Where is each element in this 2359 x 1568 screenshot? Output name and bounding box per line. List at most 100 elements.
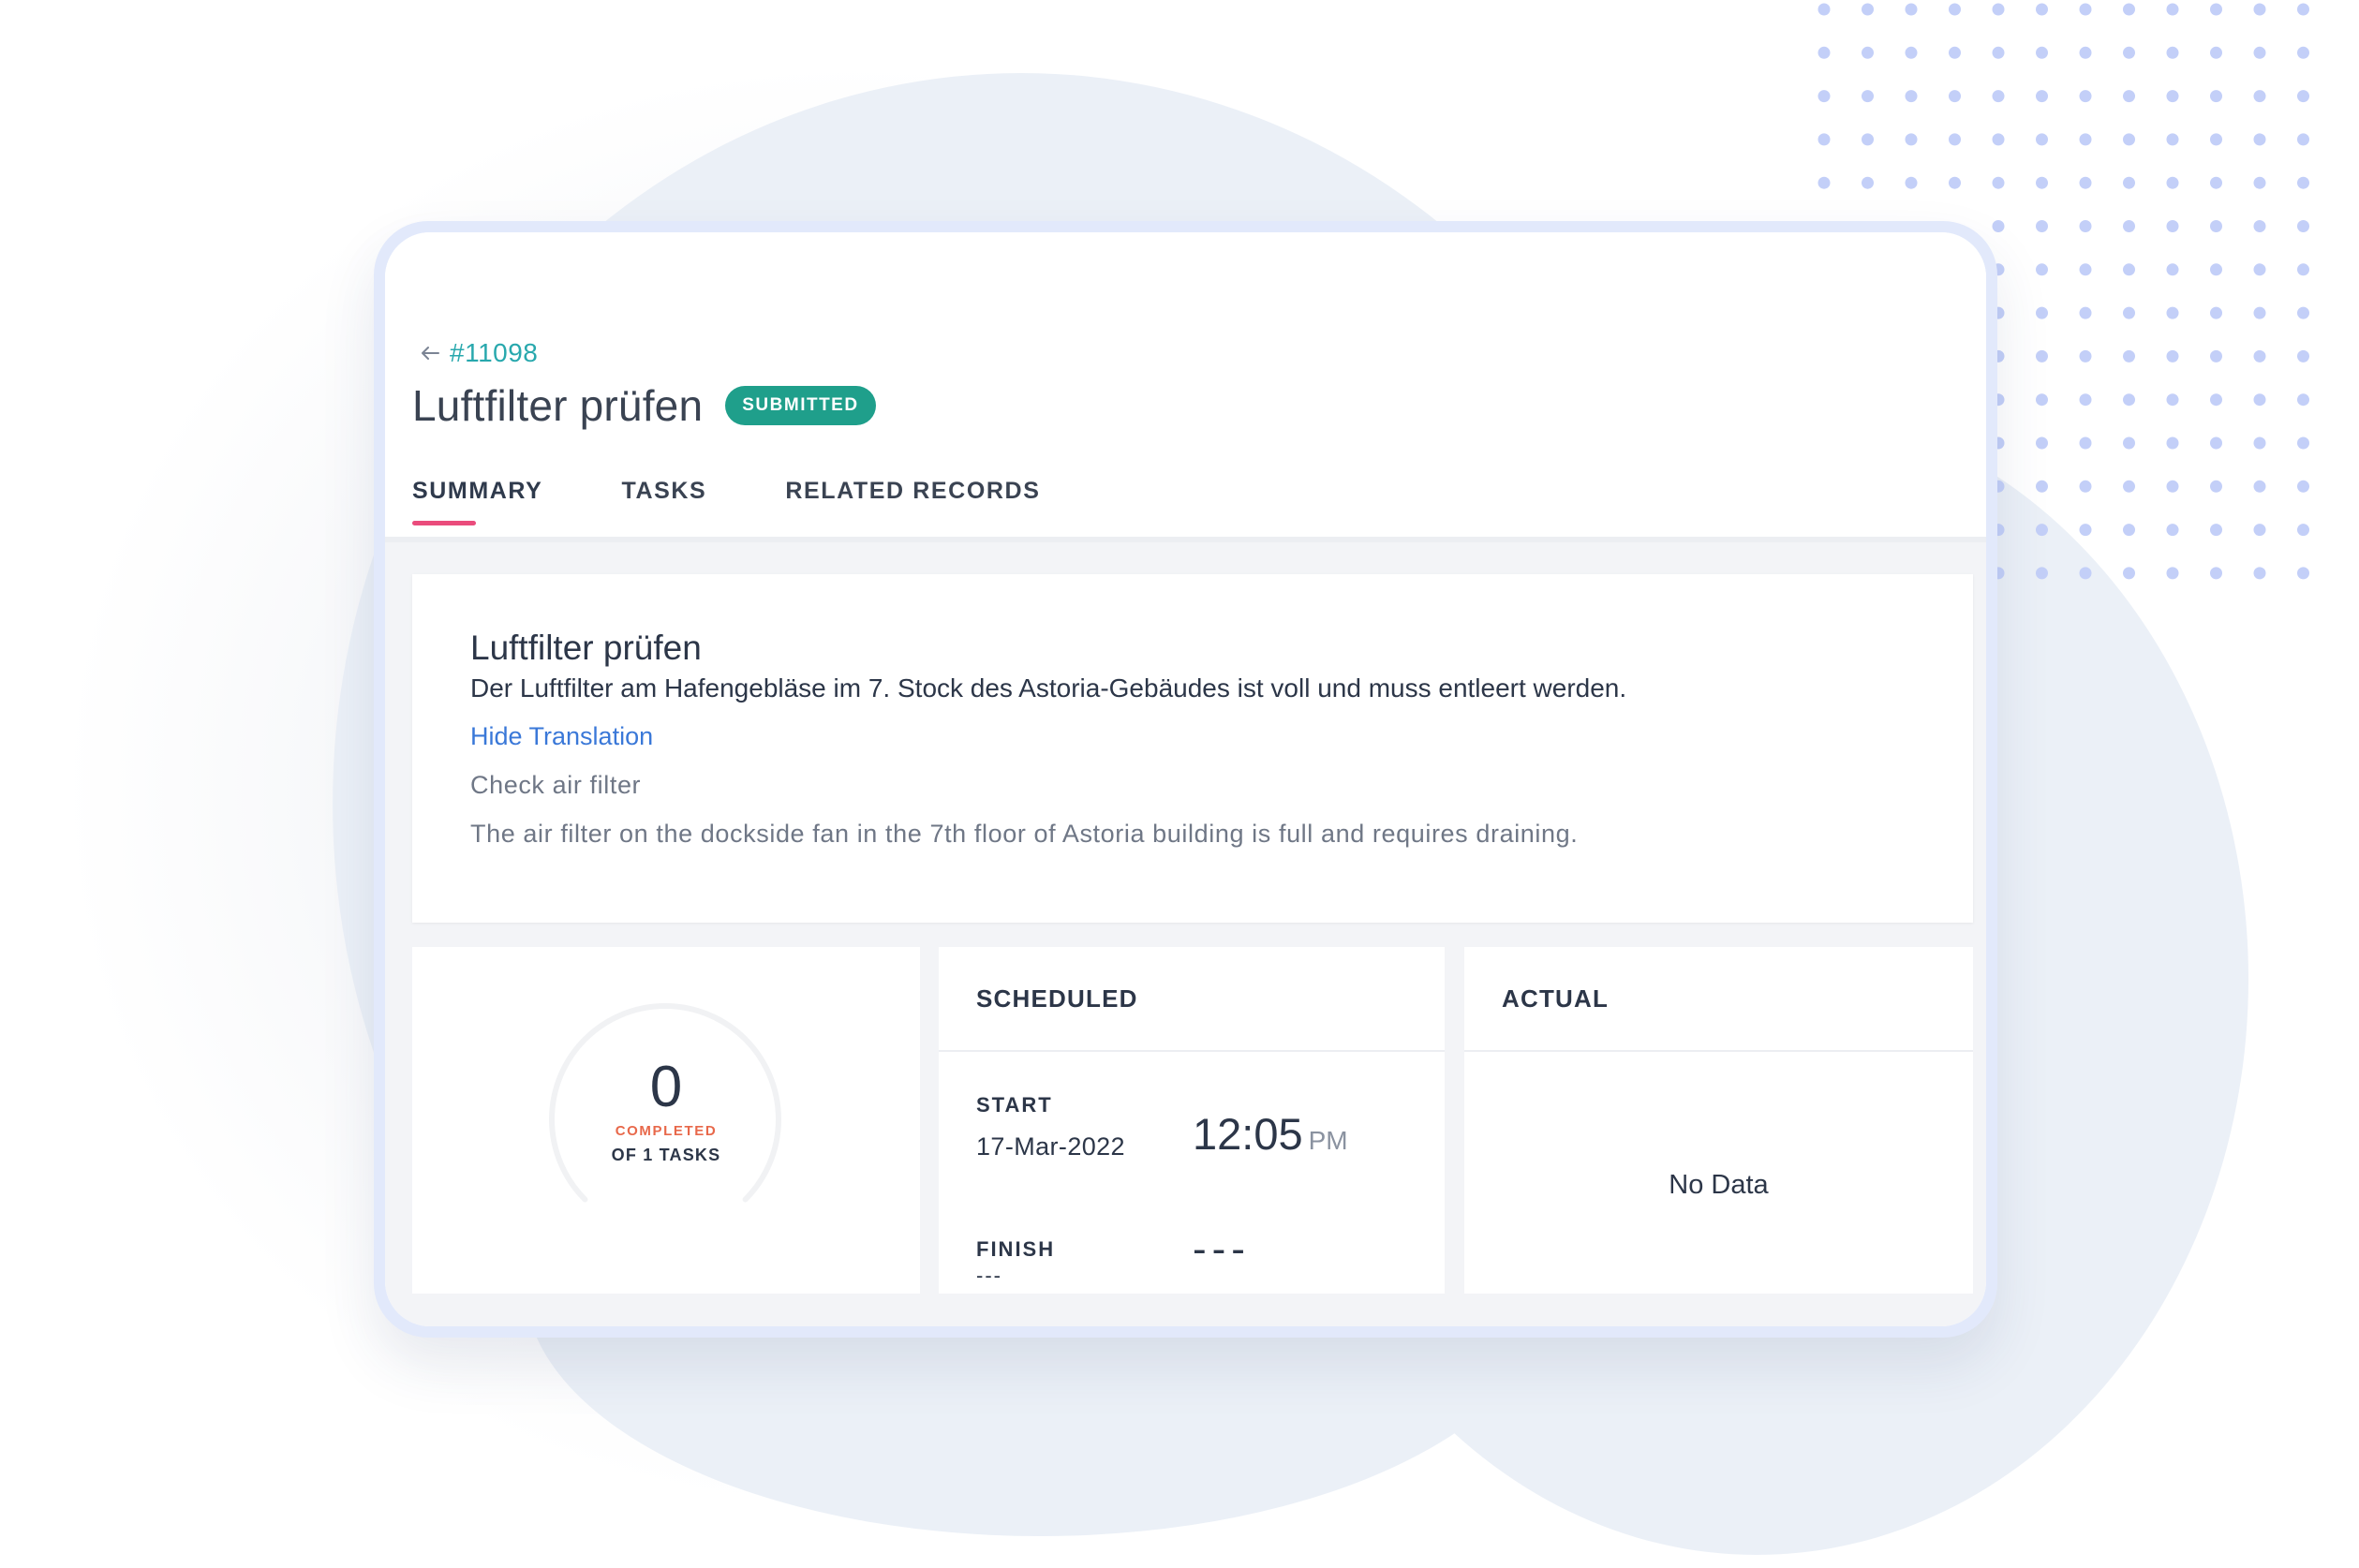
decorative-dot: [2210, 306, 2222, 319]
start-time-value: 12:05: [1193, 1109, 1303, 1159]
decorative-dot: [2297, 220, 2309, 232]
decorative-dot: [2166, 567, 2179, 580]
completed-label: COMPLETED: [615, 1123, 718, 1139]
card-header: ACTUAL: [1464, 947, 1973, 1052]
decorative-dot: [2297, 567, 2309, 580]
decorative-dot: [1905, 3, 1918, 16]
app-screen: #11098 Luftfilter prüfen SUBMITTED SUMMA…: [385, 232, 1986, 1326]
decorative-dot: [1949, 46, 1961, 59]
decorative-dot: [1992, 3, 2005, 16]
no-data-message: No Data: [1669, 1170, 1769, 1200]
decorative-dot: [2297, 133, 2309, 146]
decorative-dot: [1905, 46, 1918, 59]
decorative-dot: [2297, 176, 2309, 189]
decorative-dot: [1992, 46, 2005, 59]
start-time: 12:05 PM: [1193, 1108, 1348, 1160]
decorative-dot: [2079, 3, 2092, 16]
decorative-dot: [2036, 220, 2048, 232]
decorative-dot: [2036, 306, 2048, 319]
decorative-dot: [2036, 3, 2048, 16]
decorative-dot: [2079, 176, 2092, 189]
decorative-dot: [2166, 436, 2179, 450]
decorative-dot: [2297, 524, 2309, 537]
decorative-dot: [2210, 393, 2222, 407]
translated-text: The air filter on the dockside fan in th…: [470, 820, 1579, 848]
decorative-dot: [1949, 133, 1961, 146]
decorative-dot: [2297, 436, 2309, 450]
decorative-dot: [2253, 3, 2266, 16]
start-label: START: [976, 1093, 1053, 1117]
decorative-dot: [2166, 220, 2179, 232]
decorative-dot: [2123, 220, 2135, 232]
decorative-dot: [2253, 436, 2266, 450]
decorative-dot: [2253, 220, 2266, 232]
decorative-dot: [1949, 3, 1961, 16]
decorative-dot: [1905, 176, 1918, 189]
decorative-dot: [2210, 567, 2222, 580]
description-card: Luftfilter prüfen Der Luftfilter am Hafe…: [412, 574, 1973, 923]
description-text: Der Luftfilter am Hafengebläse im 7. Sto…: [470, 673, 1627, 703]
summary-content: Luftfilter prüfen Der Luftfilter am Hafe…: [385, 542, 1986, 1326]
decorative-dot: [2297, 263, 2309, 276]
device-frame: #11098 Luftfilter prüfen SUBMITTED SUMMA…: [374, 221, 1997, 1338]
start-date: 17-Mar-2022: [976, 1132, 1125, 1161]
decorative-dot: [2253, 524, 2266, 537]
decorative-dot: [1817, 46, 1831, 59]
decorative-dot: [2253, 263, 2266, 276]
tab-summary[interactable]: SUMMARY: [412, 478, 542, 525]
page-title: Luftfilter prüfen: [412, 381, 704, 430]
back-link[interactable]: #11098: [416, 338, 538, 368]
decorative-dot: [2210, 133, 2222, 146]
decorative-dot: [2253, 480, 2266, 493]
decorative-dot: [1905, 133, 1918, 146]
decorative-dot: [1862, 46, 1874, 59]
tab-related-records[interactable]: RELATED RECORDS: [785, 478, 1040, 525]
decorative-dot: [1862, 90, 1874, 103]
completed-count: 0: [649, 1055, 683, 1119]
decorative-dot: [2036, 133, 2048, 146]
decorative-dot: [2123, 46, 2135, 59]
actual-heading: ACTUAL: [1502, 984, 1610, 1013]
decorative-dot: [2036, 524, 2048, 537]
decorative-dot: [2123, 393, 2135, 407]
decorative-dot: [2036, 349, 2048, 362]
decorative-dot: [2123, 567, 2135, 580]
task-progress-card: 0 COMPLETED OF 1 TASKS: [412, 947, 920, 1294]
decorative-dot: [2253, 349, 2266, 362]
decorative-dot: [2166, 524, 2179, 537]
decorative-dot: [1949, 90, 1961, 103]
decorative-dot: [2123, 263, 2135, 276]
decorative-dot: [2079, 133, 2092, 146]
decorative-dot: [2036, 567, 2048, 580]
decorative-dot: [2079, 263, 2092, 276]
work-order-id[interactable]: #11098: [450, 338, 538, 368]
decorative-dot: [2166, 263, 2179, 276]
decorative-dot: [2166, 46, 2179, 59]
tab-tasks[interactable]: TASKS: [621, 478, 706, 525]
status-badge: SUBMITTED: [725, 386, 876, 425]
decorative-dot: [2079, 46, 2092, 59]
decorative-dot: [2210, 524, 2222, 537]
actual-card: ACTUAL No Data: [1464, 947, 1973, 1294]
decorative-dot: [1992, 133, 2005, 146]
decorative-dot: [2166, 133, 2179, 146]
decorative-dot: [2253, 133, 2266, 146]
decorative-dot: [2297, 46, 2309, 59]
work-order-header: #11098 Luftfilter prüfen SUBMITTED SUMMA…: [385, 232, 1986, 542]
decorative-dot: [2210, 480, 2222, 493]
decorative-dot: [1949, 176, 1961, 189]
decorative-dot: [2123, 436, 2135, 450]
decorative-dot: [2036, 46, 2048, 59]
title-row: Luftfilter prüfen SUBMITTED: [412, 380, 876, 431]
decorative-dot: [2123, 480, 2135, 493]
decorative-dot: [1817, 133, 1831, 146]
hide-translation-link[interactable]: Hide Translation: [470, 722, 653, 751]
tab-bar: SUMMARY TASKS RELATED RECORDS: [412, 478, 1040, 525]
decorative-dot: [2123, 176, 2135, 189]
decorative-dot: [2210, 349, 2222, 362]
decorative-dot: [2297, 349, 2309, 362]
decorative-dot: [2297, 90, 2309, 103]
decorative-dot: [2253, 90, 2266, 103]
decorative-dot: [2036, 480, 2048, 493]
decorative-dot: [2079, 393, 2092, 407]
